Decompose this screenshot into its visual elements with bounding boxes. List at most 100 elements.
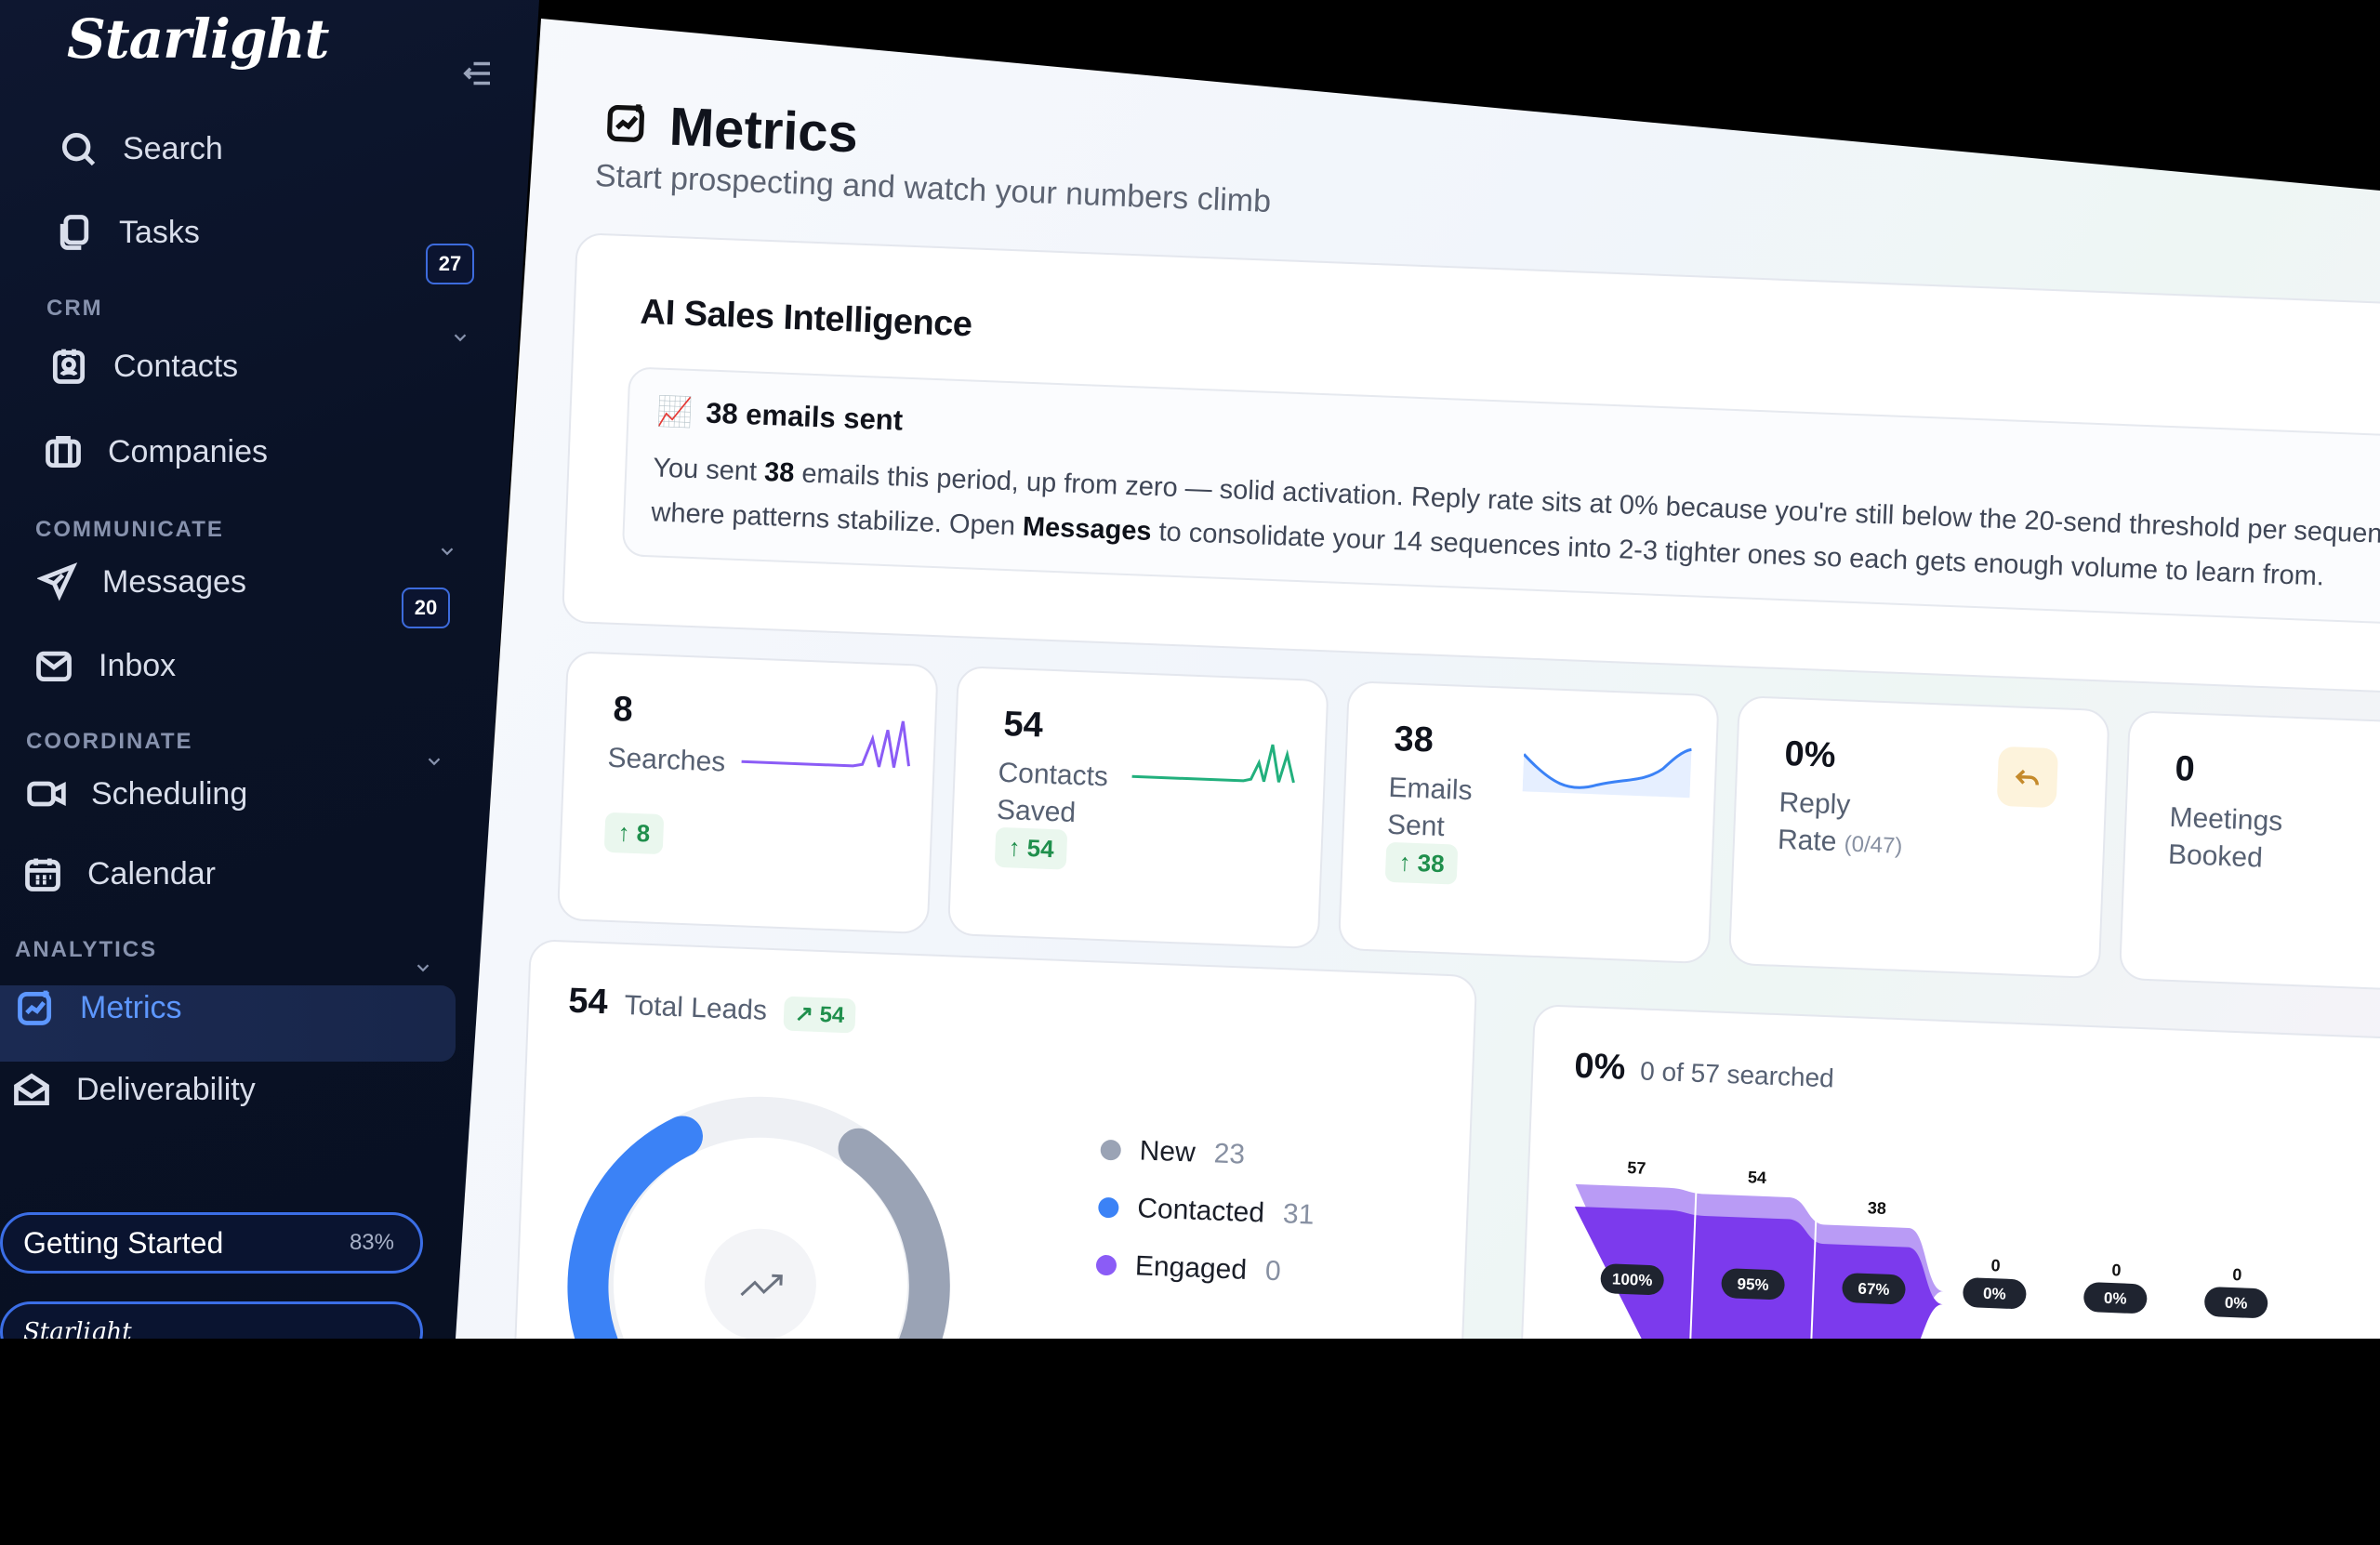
- sidebar-item-search[interactable]: Search: [58, 128, 223, 169]
- stat-value: 0: [2174, 748, 2196, 789]
- sidebar-item-tasks[interactable]: Tasks: [54, 212, 200, 253]
- sidebar-item-contacts[interactable]: Contacts: [48, 346, 238, 387]
- messages-link[interactable]: Messages: [1022, 512, 1152, 547]
- sidebar-item-label: Calendar: [87, 855, 216, 891]
- sidebar-item-deliverability[interactable]: Deliverability: [11, 1069, 256, 1110]
- legend-count: 0: [1264, 1255, 1282, 1288]
- calendar-icon: [22, 853, 63, 894]
- legend-swatch: [1100, 1139, 1122, 1161]
- chevron-down-icon[interactable]: [424, 751, 444, 772]
- legend-label: Engaged: [1134, 1250, 1248, 1286]
- metrics-icon: [15, 987, 56, 1028]
- trend-value: 54: [819, 1002, 845, 1029]
- sidebar-item-label: Search: [123, 130, 223, 166]
- stat-label-line: Emails: [1387, 772, 1474, 807]
- chevron-down-icon[interactable]: [450, 327, 470, 348]
- messages-count-badge: 20: [402, 588, 450, 628]
- sidebar-item-companies[interactable]: Companies: [43, 431, 268, 472]
- metrics-icon: [603, 99, 650, 151]
- stat-value: 38: [1393, 719, 1435, 760]
- stat-label: Reply Rate (0/47): [1777, 785, 1904, 865]
- sidebar-item-messages[interactable]: Messages: [37, 561, 246, 602]
- sidebar: Starlight Search Tasks 27 CRM Contacts C…: [0, 0, 539, 1339]
- insight-panel: 📈 38 emails sent You sent 38 emails this…: [621, 366, 2380, 628]
- stat-card-searches[interactable]: 8 Searches ↑ 8: [556, 651, 939, 935]
- legend-label: New: [1139, 1135, 1197, 1169]
- insight-emphasis: 38: [763, 456, 795, 489]
- stat-value: 0%: [1783, 733, 1837, 776]
- funnel-percent: 0%: [1573, 1046, 1627, 1088]
- sidebar-item-label: Companies: [108, 433, 268, 469]
- search-icon: [58, 128, 99, 169]
- stat-card-contacts-saved[interactable]: 54 Contacts Saved ↑ 54: [946, 666, 1329, 950]
- section-label-analytics: ANALYTICS: [15, 937, 158, 962]
- donut-center: [704, 1228, 816, 1339]
- donut-segment-new: [838, 1128, 950, 1339]
- reply-icon: [1996, 746, 2059, 809]
- stat-label-line: Saved: [996, 794, 1077, 828]
- stat-card-emails-sent[interactable]: 38 Emails Sent ↑ 38: [1337, 680, 1720, 965]
- stat-delta: ↑ 54: [994, 826, 1068, 870]
- sidebar-item-label: Metrics: [80, 989, 182, 1025]
- getting-started-progress[interactable]: Getting Started 83%: [0, 1212, 423, 1274]
- legend-item-engaged: Engaged 0: [1095, 1236, 1313, 1302]
- stat-value: 54: [1002, 704, 1044, 746]
- mail-icon: [33, 645, 74, 686]
- funnel-stage-percent: 0%: [2225, 1294, 2248, 1313]
- section-label-coordinate: COORDINATE: [26, 729, 193, 754]
- page-header: Metrics: [603, 93, 859, 165]
- total-leads-trend: ↗ 54: [783, 996, 857, 1034]
- account-switcher[interactable]: Starlight: [0, 1301, 423, 1346]
- funnel-stage-percent: 0%: [1983, 1285, 2006, 1303]
- section-label-crm: CRM: [46, 296, 103, 321]
- main-content: Metrics Start prospecting and watch your…: [456, 19, 2380, 1339]
- legend-swatch: [1097, 1196, 1119, 1219]
- insight-headline-text: 38 emails sent: [705, 396, 904, 437]
- tasks-icon: [54, 212, 95, 253]
- stat-delta: ↑ 38: [1384, 841, 1459, 885]
- leads-donut-chart: [567, 1096, 950, 1339]
- page-subtitle: Start prospecting and watch your numbers…: [594, 158, 1272, 219]
- insight-headline: 📈 38 emails sent: [656, 393, 904, 437]
- insight-text: You sent: [652, 453, 765, 487]
- sidebar-item-label: Tasks: [119, 214, 200, 250]
- funnel-stage-count: 57: [1627, 1158, 1646, 1178]
- leads-legend: New 23 Contacted 31 Engaged 0: [1095, 1121, 1317, 1302]
- ai-sales-intelligence-card: AI Sales Intelligence Ag 📈 38 emails sen…: [561, 232, 2380, 698]
- getting-started-percent: 83%: [349, 1230, 394, 1255]
- mail-open-icon: [11, 1069, 52, 1110]
- chevron-down-icon[interactable]: [413, 957, 433, 978]
- briefcase-icon: [43, 431, 84, 472]
- stat-card-meetings-booked[interactable]: 0 Meetings Booked: [2118, 710, 2380, 995]
- funnel-stage-percent: 100%: [1612, 1270, 1653, 1289]
- sidebar-item-inbox[interactable]: Inbox: [33, 645, 176, 686]
- sidebar-item-metrics[interactable]: Metrics: [15, 987, 182, 1028]
- sidebar-item-label: Deliverability: [76, 1071, 256, 1107]
- total-leads-header: 54 Total Leads ↗ 54: [568, 982, 857, 1034]
- legend-item-new: New 23: [1100, 1121, 1317, 1187]
- sidebar-item-scheduling[interactable]: Scheduling: [26, 773, 247, 814]
- legend-count: 31: [1282, 1198, 1315, 1231]
- stat-label: Contacts Saved: [996, 755, 1108, 833]
- total-leads-label: Total Leads: [623, 989, 768, 1026]
- funnel-shape: [1574, 1206, 2306, 1339]
- account-brand: Starlight: [23, 1318, 132, 1346]
- sidebar-item-label: Inbox: [99, 647, 177, 683]
- send-icon: [37, 561, 78, 602]
- chevron-down-icon[interactable]: [437, 541, 457, 561]
- insight-body: You sent 38 emails this period, up from …: [651, 445, 2380, 602]
- collapse-sidebar-icon[interactable]: [457, 54, 496, 93]
- stat-card-reply-rate[interactable]: 0% Reply Rate (0/47): [1727, 695, 2110, 980]
- legend-swatch: [1095, 1254, 1117, 1276]
- funnel-summary: 0 of 57 searched: [1639, 1056, 1835, 1093]
- tasks-count-badge: 27: [426, 244, 474, 284]
- stat-label: Searches: [606, 742, 726, 778]
- contacts-icon: [48, 346, 89, 387]
- stat-label-line: Sent: [1386, 809, 1446, 843]
- donut-segment-contacted: [567, 1116, 703, 1339]
- brand-logo: Starlight: [67, 7, 329, 71]
- section-label-communicate: COMMUNICATE: [35, 517, 224, 542]
- stat-value: 8: [612, 689, 634, 730]
- sidebar-item-calendar[interactable]: Calendar: [22, 853, 216, 894]
- total-leads-card: 54 Total Leads ↗ 54 New 23 Contacted 31 En…: [510, 939, 1478, 1339]
